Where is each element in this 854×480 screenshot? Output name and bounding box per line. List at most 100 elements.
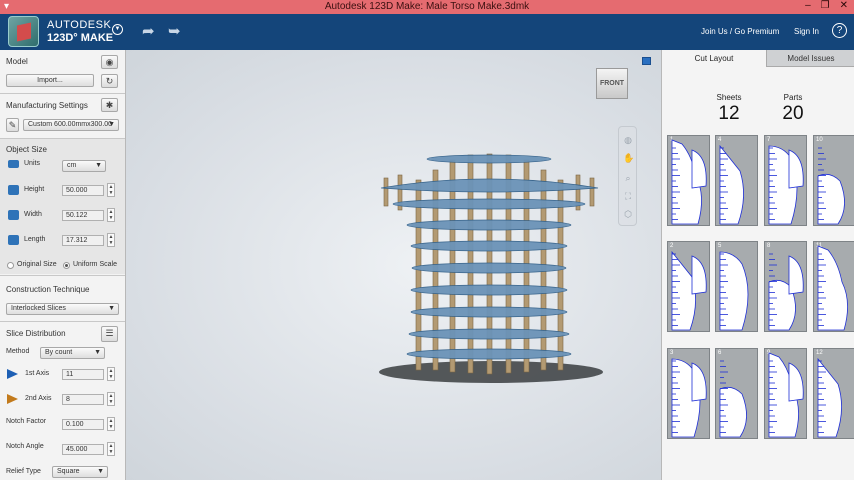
tab-model-issues[interactable]: Model Issues [766,50,854,67]
join-premium-link[interactable]: Join Us / Go Premium [701,27,779,36]
refresh-icon[interactable]: ↻ [101,74,118,88]
vertical-slice [415,179,422,371]
notch-factor-input[interactable]: 0.100 [62,419,104,430]
cut-part-outline [817,173,845,225]
sheet-thumbnail[interactable]: 10 [813,135,854,226]
sheet-thumbnail[interactable]: 8 [764,241,807,332]
construction-section-title: Construction Technique [6,285,90,294]
chevron-down-icon: ▼ [108,305,115,312]
uniform-scale-label: Uniform Scale [73,261,117,268]
divider [0,275,125,276]
help-icon[interactable]: ? [832,23,847,38]
chevron-down-icon: ▼ [97,468,104,475]
sheet-thumbnail[interactable]: 11 [813,241,854,332]
cut-part-outline [719,251,749,331]
minimize-button[interactable]: ‒ [805,0,811,11]
cut-part-outline [817,357,842,438]
units-dropdown[interactable]: cm ▼ [62,160,106,172]
width-stepper[interactable]: ▲ ▼ [107,208,115,222]
method-dropdown[interactable]: By count ▼ [40,347,105,359]
second-axis-stepper[interactable]: ▲ ▼ [107,392,115,406]
sheet-thumbnail[interactable]: 6 [715,348,758,439]
list-icon[interactable]: ☰ [101,326,118,342]
app-logo[interactable] [8,16,39,47]
height-cube-icon [8,185,19,195]
method-label: Method [6,348,30,355]
length-cube-icon [8,235,19,245]
brand-autodesk: AUTODESK [47,19,112,31]
horizontal-slice [410,240,568,252]
parts-count: 20 [782,103,804,124]
fit-view-icon[interactable]: ⛶ [623,191,633,201]
height-stepper[interactable]: ▲ ▼ [107,183,115,197]
maximize-icon[interactable] [642,57,651,65]
sheet-thumbnail[interactable]: 7 [764,135,807,226]
torso-slice-model[interactable] [376,150,616,390]
method-value: By count [45,349,73,356]
material-preset-dropdown[interactable]: Custom 600.00mmx300.00 ▼ [23,119,119,131]
import-button[interactable]: Import... [6,74,94,87]
pencil-icon[interactable]: ✎ [6,118,19,132]
gear-icon[interactable]: ✱ [101,98,118,112]
first-axis-input[interactable]: 11 [62,369,104,380]
sheet-thumbnail[interactable]: 2 [667,241,710,332]
length-input[interactable]: 17.312 [62,235,104,246]
sheet-parts [768,352,804,438]
width-input[interactable]: 50.122 [62,210,104,221]
object-size-section-title: Object Size [6,145,47,154]
eye-icon[interactable]: ◉ [101,55,118,69]
sheet-thumbnail[interactable]: 12 [813,348,854,439]
navigation-bar: ◍ ✋ ⌕ ⛶ ⬡ [618,126,637,226]
logo-cube-icon [17,22,31,42]
tab-cut-layout[interactable]: Cut Layout [662,50,766,67]
sheets-label: Sheets [716,93,742,102]
notch-angle-stepper[interactable]: ▲ ▼ [107,442,115,456]
relief-type-dropdown[interactable]: Square ▼ [52,466,108,478]
redo-icon[interactable]: ➥ [168,22,181,40]
second-axis-label: 2nd Axis [25,395,52,402]
cut-part-outline [817,245,848,331]
vertical-slice [589,177,595,207]
pan-hand-icon[interactable]: ✋ [623,153,634,163]
sheet-parts [671,139,707,225]
height-label: Height [24,186,45,193]
sheet-parts [768,253,804,331]
height-input[interactable]: 50.000 [62,185,104,196]
sign-in-link[interactable]: Sign In [794,27,819,36]
relief-type-label: Relief Type [6,468,41,475]
sheet-thumbnail[interactable]: 1 [667,135,710,226]
second-axis-input[interactable]: 8 [62,394,104,405]
notch-factor-stepper[interactable]: ▲ ▼ [107,417,115,431]
sheet-thumbnail[interactable]: 3 [667,348,710,439]
first-axis-stepper[interactable]: ▲ ▼ [107,367,115,381]
undo-icon[interactable]: ➦ [142,22,155,40]
uniform-scale-radio[interactable] [63,262,70,269]
close-button[interactable]: ✕ [840,0,848,11]
length-stepper[interactable]: ▲ ▼ [107,233,115,247]
sheet-thumbnail[interactable]: 4 [715,135,758,226]
vertical-slice [557,179,564,371]
notch-factor-label: Notch Factor [6,418,47,425]
horizontal-slice [406,348,572,360]
sheet-thumbnail[interactable]: 9 [764,348,807,439]
cut-part-outline [691,255,707,295]
view-cube-front[interactable]: FRONT [596,68,628,99]
original-size-radio[interactable] [7,262,14,269]
orbit-icon[interactable]: ◍ [623,135,633,145]
zoom-icon[interactable]: ⌕ [623,173,633,183]
cut-part-outline [719,386,747,438]
restore-button[interactable]: ❐ [821,0,830,11]
notch-angle-input[interactable]: 45.000 [62,444,104,455]
app-menu-chevron-icon[interactable]: ▼ [112,24,123,35]
construction-dropdown[interactable]: Interlocked Slices ▼ [6,303,119,315]
sheet-thumbnail[interactable]: 5 [715,241,758,332]
horizontal-slice [411,262,567,274]
3d-viewport[interactable]: FRONT ◍ ✋ ⌕ ⛶ ⬡ [126,50,661,480]
view-cube-icon[interactable]: ⬡ [623,209,633,219]
title-bar: ▾ Autodesk 123D Make: Male Torso Make.3d… [0,0,854,14]
sheet-parts [817,245,848,331]
horizontal-slice [392,198,586,210]
slice-distribution-section-title: Slice Distribution [6,329,66,338]
chevron-down-icon: ▼ [108,121,115,128]
second-axis-arrow-icon [7,394,18,404]
